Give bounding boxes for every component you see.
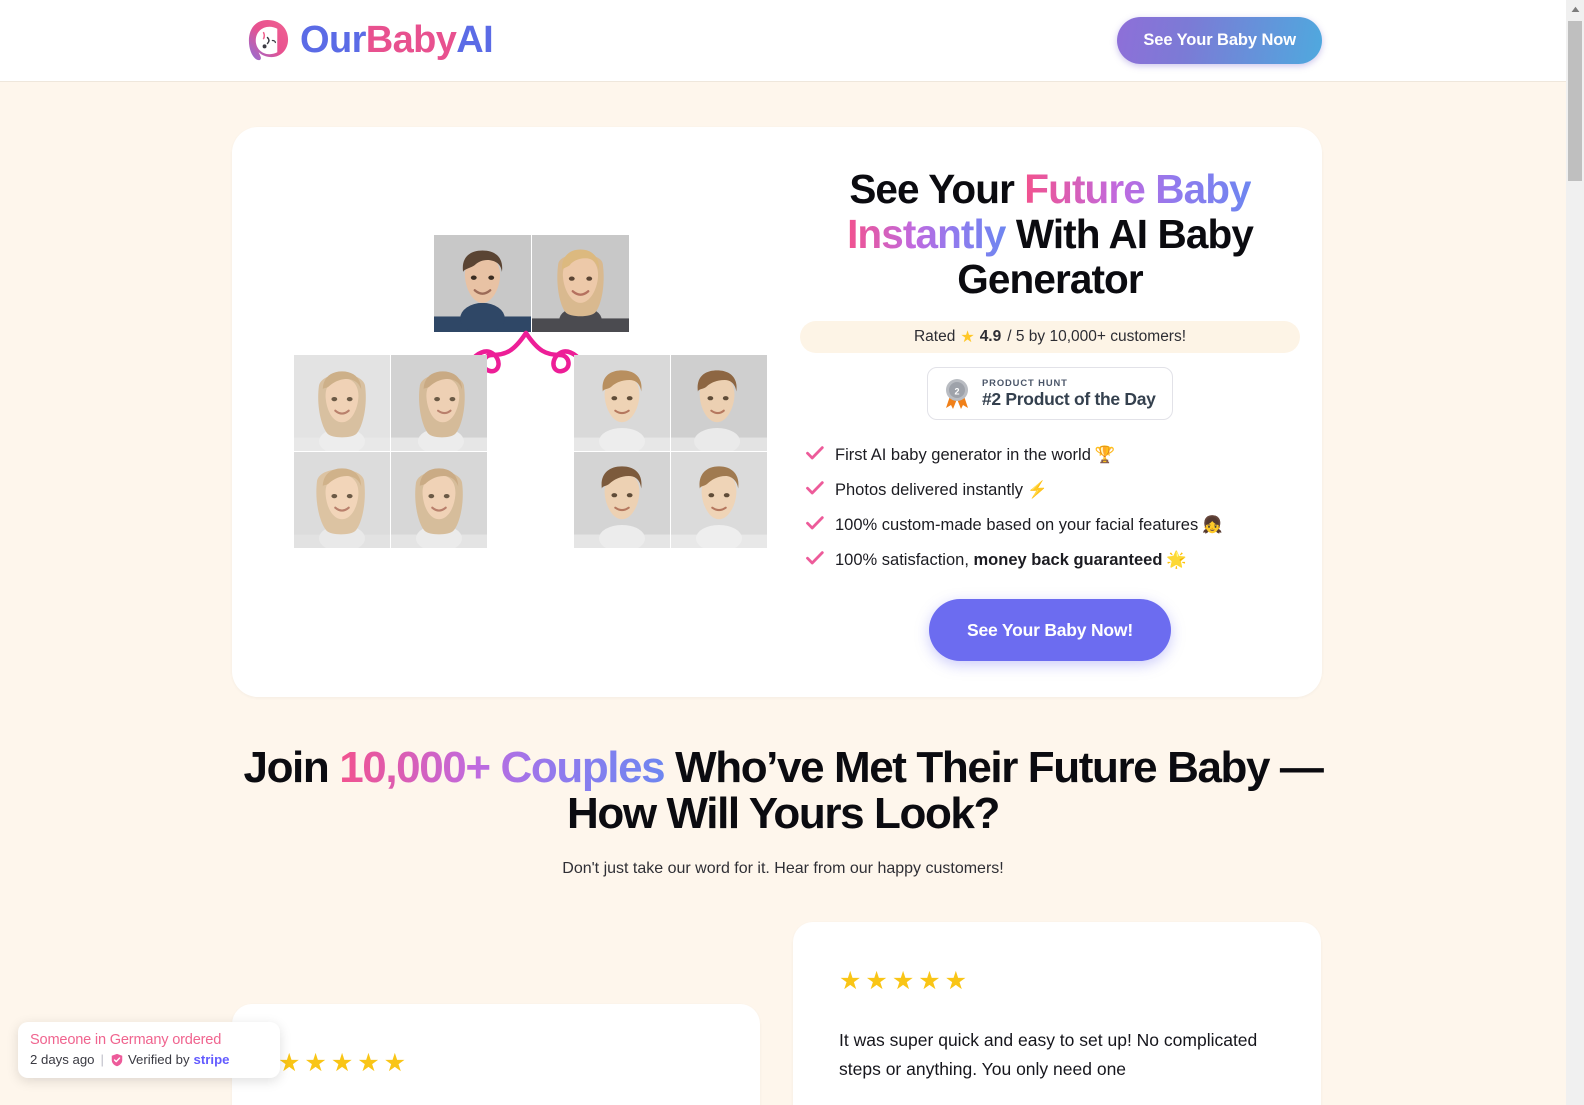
social-title-part-2: Who’ve Met Their Future Baby — How Will … [567,743,1324,838]
girl-photo-1-image [294,355,390,451]
boy-photo-2-image [671,355,767,451]
baby-face-logo-icon [248,19,289,61]
page-title: See Your Future Baby Instantly With AI B… [800,167,1300,302]
mother-photo-image [532,235,629,332]
hero-title-part-1: See Your [849,166,1025,212]
feature-item: 100% custom-made based on your facial fe… [806,514,1300,536]
logo-text-baby: Baby [365,19,457,61]
feature-label-bold: money back guaranteed [973,551,1163,569]
father-photo [434,235,531,332]
check-icon [806,516,824,530]
social-proof-section: Join 10,000+ Couples Who’ve Met Their Fu… [0,745,1566,878]
product-hunt-kicker: PRODUCT HUNT [982,377,1068,388]
verified-shield-icon [111,1053,123,1066]
star-icon: ★ [960,329,975,346]
hero-cta-container: See Your Baby Now! [800,599,1300,661]
boy-photo-1-image [574,355,670,451]
toast-title: Someone in Germany ordered [30,1032,222,1048]
logo-text: OurBabyAI [300,19,494,62]
order-notification-toast[interactable]: Someone in Germany ordered 2 days ago | … [18,1022,280,1078]
girl-photo-3 [294,452,390,548]
toast-subtitle: 2 days ago | Verified by stripe [30,1050,268,1069]
rating-prefix: Rated [913,328,956,345]
girl-photo-1 [294,355,390,451]
girl-photo-2-image [391,355,487,451]
feature-text: 100% satisfaction, money back guaranteed… [835,549,1187,571]
hero-title-part-4: With AI Baby [1005,211,1254,257]
star-rating-icon: ★★★★★ [278,1049,411,1077]
hero-title-part-3: Instantly [847,211,1006,257]
boy-photo-4-image [671,452,767,548]
check-icon [806,481,824,495]
check-icon [806,551,824,565]
girl-photo-3-image [294,452,390,548]
silver-medal-icon: 2 [946,378,968,409]
rating-score: 4.9 [979,328,1002,345]
photo-collage [246,227,767,567]
scroll-up-arrow-icon[interactable] [1566,0,1584,18]
check-icon [806,446,824,460]
product-hunt-rank: #2 Product of the Day [982,389,1156,409]
logo[interactable]: OurBabyAI [244,17,494,64]
girl-photo-4-image [391,452,487,548]
product-hunt-badge[interactable]: 2 PRODUCT HUNT #2 Product of the Day [927,367,1173,420]
feature-list: First AI baby generator in the world 🏆 Ph… [800,444,1300,571]
girl-emoji-icon: 👧 [1202,516,1223,534]
rating-badge: Rated ★ 4.9 / 5 by 10,000+ customers! [800,321,1300,353]
page-scrollbar[interactable] [1566,0,1584,1105]
toast-time: 2 days ago [30,1052,95,1067]
father-photo-image [434,235,531,332]
social-title-part-1: Join [243,743,340,792]
feature-text: Photos delivered instantly ⚡ [835,479,1048,501]
sparkle-emoji-icon: 🌟 [1166,551,1187,569]
boy-photo-2 [671,355,767,451]
feature-label: 100% custom-made based on your facial fe… [835,516,1199,534]
testimonial-card: ★★★★★ It was super quick and easy to set… [793,922,1321,1105]
feature-item: 100% satisfaction, money back guaranteed… [806,549,1300,571]
feature-label: Photos delivered instantly [835,481,1024,499]
hero-title-part-5: Generator [957,256,1143,302]
logo-text-our: Our [300,19,366,61]
boy-photo-3-image [574,452,670,548]
girl-photo-2 [391,355,487,451]
feature-text: First AI baby generator in the world 🏆 [835,444,1115,466]
hero-title-part-2: Future Baby [1024,166,1251,212]
boy-photo-3 [574,452,670,548]
lightning-emoji-icon: ⚡ [1027,481,1048,499]
star-rating-icon: ★★★★★ [839,967,972,995]
trophy-emoji-icon: 🏆 [1094,446,1116,464]
hero-see-your-baby-now-button[interactable]: See Your Baby Now! [929,599,1171,661]
testimonial-card: ★★★★★ I currently have a 3 year old. I a… [232,1004,760,1105]
scroll-thumb[interactable] [1568,21,1582,181]
girl-photo-4 [391,452,487,548]
social-proof-subtitle: Don't just take our word for it. Hear fr… [562,860,1004,877]
site-header: OurBabyAI See Your Baby Now [0,0,1566,82]
social-title-highlight: 10,000+ Couples [339,743,665,792]
feature-label: 100% satisfaction, [835,551,974,569]
hero-card: See Your Future Baby Instantly With AI B… [232,127,1322,697]
logo-text-ai: AI [456,19,494,61]
svg-text:2: 2 [954,386,959,396]
boy-photo-4 [671,452,767,548]
mother-photo [532,235,629,332]
feature-label: First AI baby generator in the world [835,446,1091,464]
rating-suffix: / 5 by 10,000+ customers! [1007,328,1187,345]
page-scroll-area: OurBabyAI See Your Baby Now See Your Fut… [0,0,1566,1105]
toast-provider: stripe [193,1052,230,1067]
hero-content: See Your Future Baby Instantly With AI B… [800,167,1300,661]
social-proof-title: Join 10,000+ Couples Who’ve Met Their Fu… [238,745,1328,837]
feature-item: Photos delivered instantly ⚡ [806,479,1300,501]
header-see-your-baby-now-button[interactable]: See Your Baby Now [1117,17,1322,64]
feature-item: First AI baby generator in the world 🏆 [806,444,1300,466]
testimonial-body: It was super quick and easy to set up! N… [839,1030,1258,1079]
feature-text: 100% custom-made based on your facial fe… [835,514,1223,536]
toast-verified-label: Verified by [127,1052,190,1067]
boy-photo-1 [574,355,670,451]
toast-separator: | [100,1052,104,1067]
